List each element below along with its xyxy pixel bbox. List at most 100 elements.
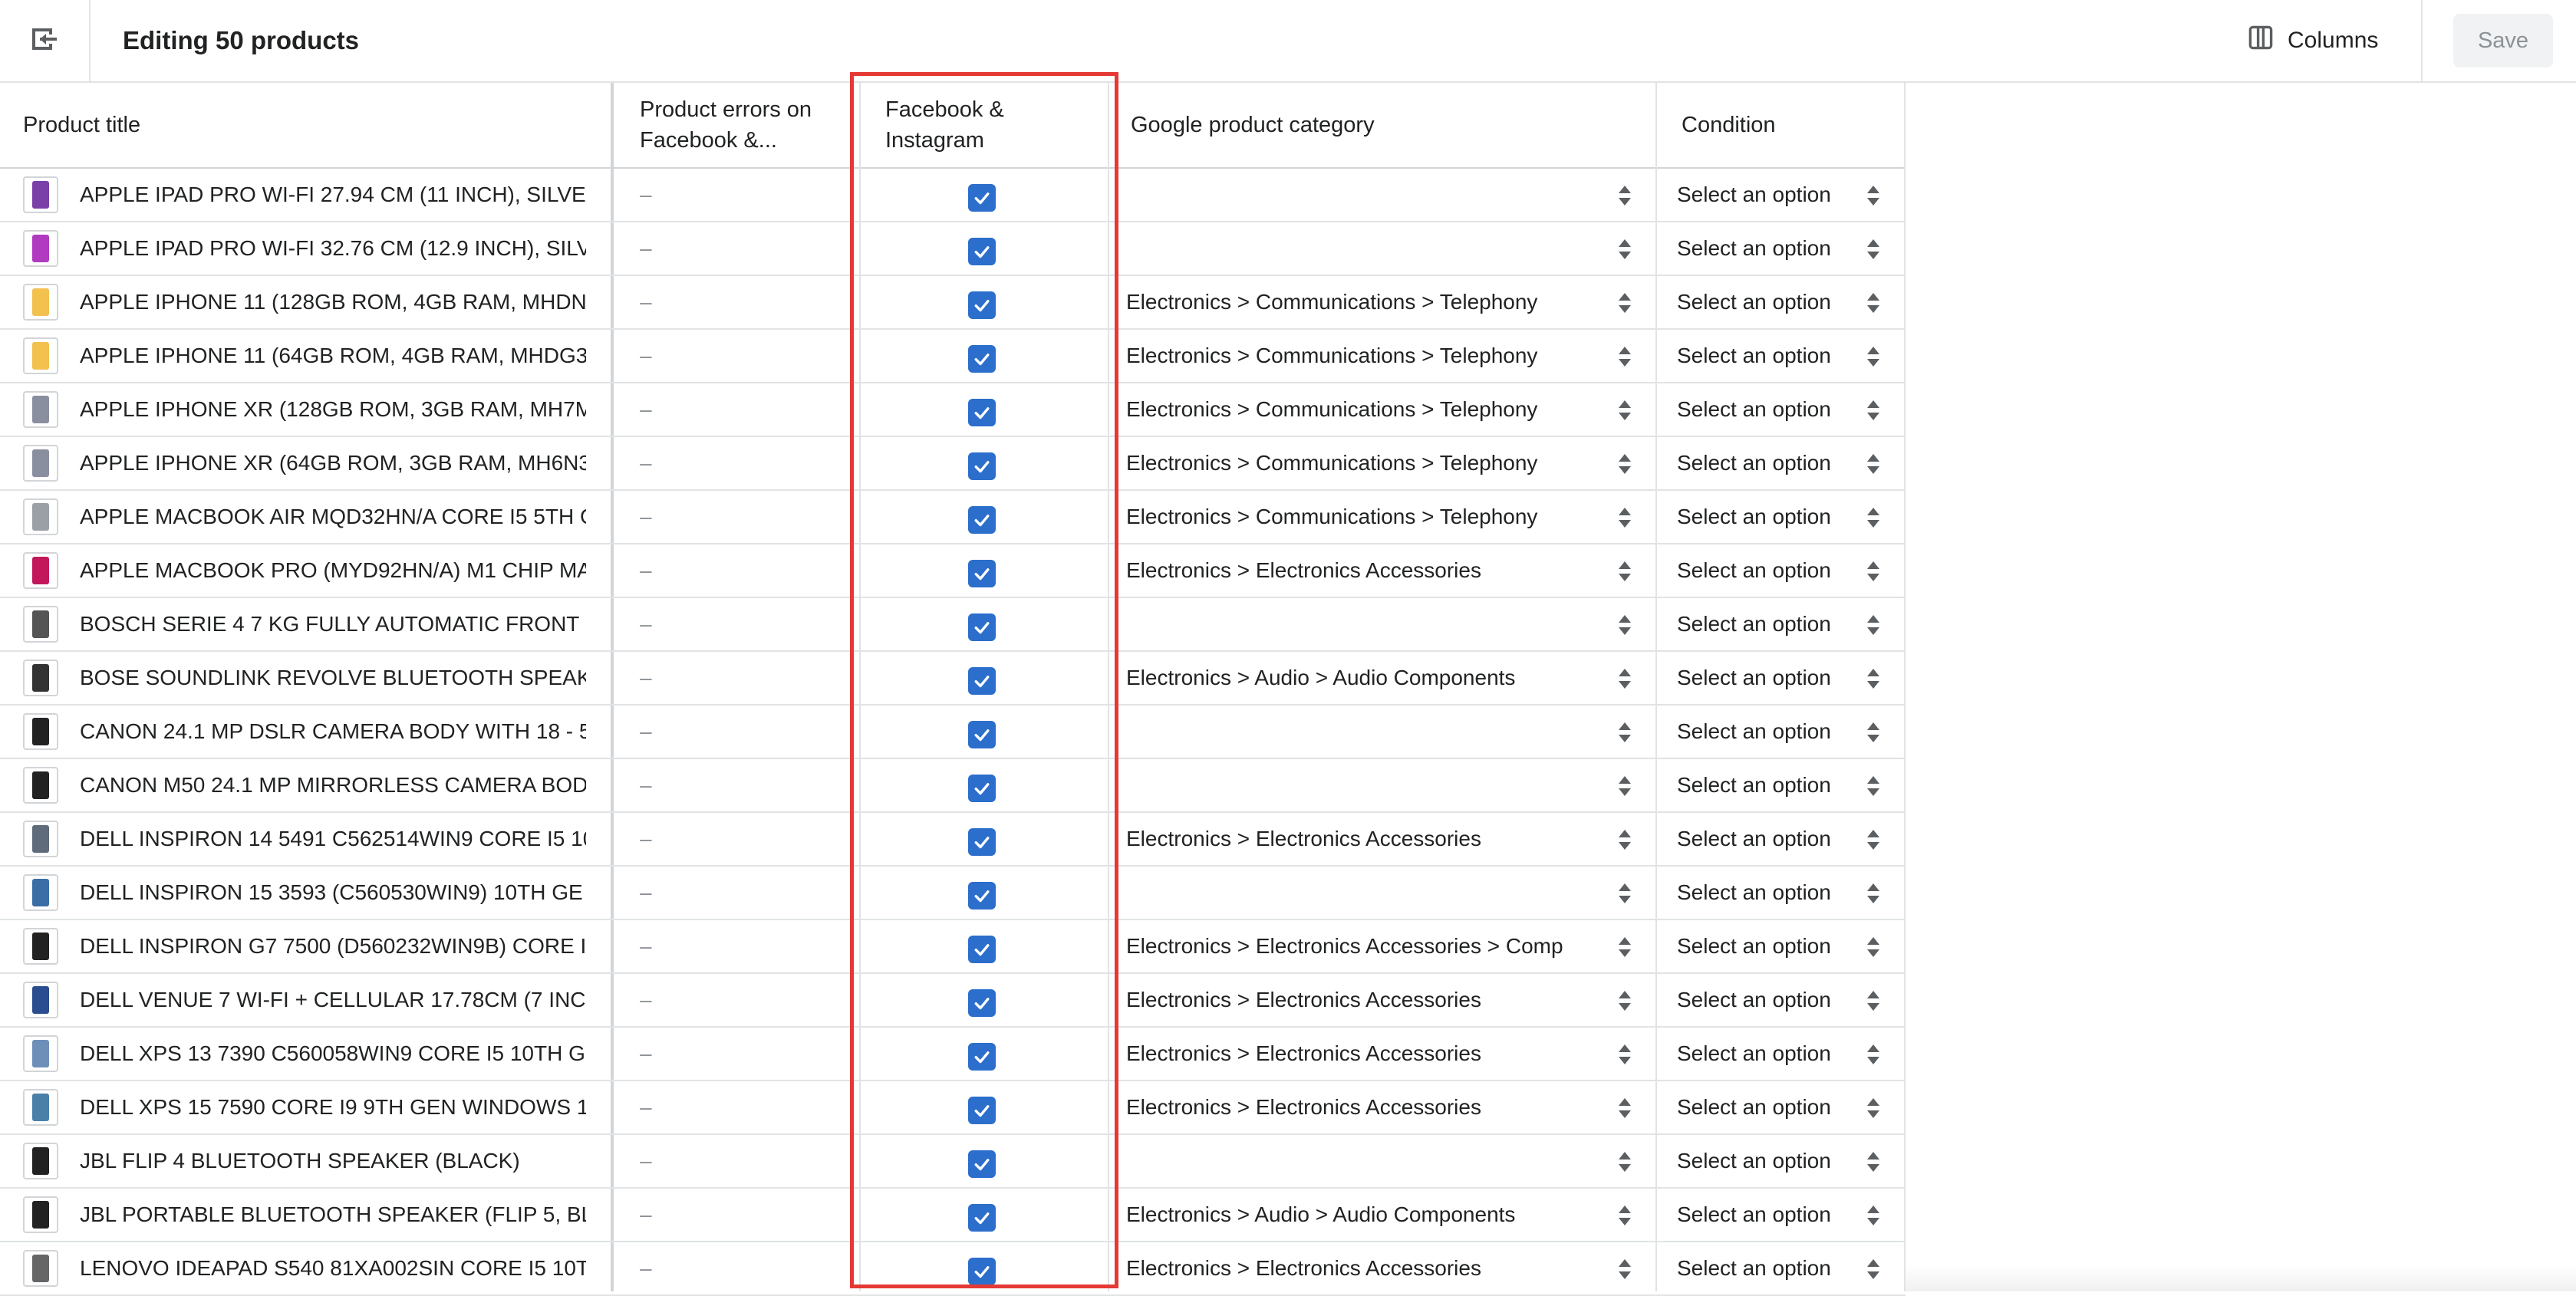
condition-select[interactable]: Select an option xyxy=(1677,330,1831,382)
google-category-select[interactable]: Electronics > Electronics Accessories xyxy=(1126,1028,1574,1080)
select-arrows-icon xyxy=(1867,561,1879,585)
product-title-cell[interactable]: DELL XPS 13 7390 C560058WIN9 CORE I5 10T… xyxy=(80,1028,586,1080)
product-title-cell[interactable]: LENOVO IDEAPAD S540 81XA002SIN CORE I5 1… xyxy=(80,1242,586,1294)
select-arrows-icon xyxy=(1619,615,1631,639)
condition-select[interactable]: Select an option xyxy=(1677,867,1831,919)
google-category-select[interactable]: Electronics > Electronics Accessories xyxy=(1126,1081,1574,1133)
product-title-cell[interactable]: CANON M50 24.1 MP MIRRORLESS CAMERA BODY xyxy=(80,759,586,811)
condition-select[interactable]: Select an option xyxy=(1677,706,1831,758)
condition-select[interactable]: Select an option xyxy=(1677,276,1831,328)
product-thumbnail xyxy=(23,767,58,804)
google-category-select[interactable]: Electronics > Electronics Accessories xyxy=(1126,1242,1574,1294)
condition-select[interactable]: Select an option xyxy=(1677,1242,1831,1294)
google-category-select[interactable]: Electronics > Electronics Accessories xyxy=(1126,813,1574,865)
product-errors-cell: – xyxy=(640,827,652,850)
google-category-select[interactable]: Electronics > Communications > Telephony xyxy=(1126,330,1574,382)
select-arrows-icon xyxy=(1619,830,1631,854)
product-title-cell[interactable]: APPLE IPHONE 11 (128GB ROM, 4GB RAM, MHD… xyxy=(80,276,586,328)
product-errors-cell: – xyxy=(640,1202,652,1226)
product-title-cell[interactable]: APPLE IPHONE 11 (64GB ROM, 4GB RAM, MHDG… xyxy=(80,330,586,382)
select-arrows-icon xyxy=(1867,1044,1879,1068)
select-arrows-icon xyxy=(1867,1259,1879,1283)
product-thumbnail xyxy=(23,230,58,267)
column-header-product-errors[interactable]: Product errors on Facebook &... xyxy=(640,83,812,167)
google-category-select[interactable]: Electronics > Communications > Telephony xyxy=(1126,276,1574,328)
select-arrows-icon xyxy=(1619,561,1631,585)
condition-select[interactable]: Select an option xyxy=(1677,974,1831,1026)
highlight-annotation xyxy=(850,72,1118,1288)
select-arrows-icon xyxy=(1867,669,1879,692)
condition-select[interactable]: Select an option xyxy=(1677,759,1831,811)
product-title-cell[interactable]: JBL PORTABLE BLUETOOTH SPEAKER (FLIP 5, … xyxy=(80,1189,586,1241)
product-title-cell[interactable]: APPLE IPAD PRO WI-FI 27.94 CM (11 INCH),… xyxy=(80,169,586,221)
select-arrows-icon xyxy=(1867,508,1879,531)
condition-select[interactable]: Select an option xyxy=(1677,1189,1831,1241)
product-title-cell[interactable]: APPLE MACBOOK PRO (MYD92HN/A) M1 CHIP MA xyxy=(80,544,586,597)
condition-select[interactable]: Select an option xyxy=(1677,437,1831,489)
product-thumbnail xyxy=(23,1143,58,1179)
product-title-cell[interactable]: CANON 24.1 MP DSLR CAMERA BODY WITH 18 -… xyxy=(80,706,586,758)
exit-button[interactable] xyxy=(0,0,91,81)
product-title-cell[interactable]: DELL XPS 15 7590 CORE I9 9TH GEN WINDOWS… xyxy=(80,1081,586,1133)
product-title-cell[interactable]: DELL INSPIRON 15 3593 (C560530WIN9) 10TH… xyxy=(80,867,586,919)
google-category-select[interactable]: Electronics > Audio > Audio Components xyxy=(1126,652,1574,704)
google-category-select[interactable] xyxy=(1126,169,1574,221)
save-button[interactable]: Save xyxy=(2453,14,2553,67)
product-title-cell[interactable]: BOSCH SERIE 4 7 KG FULLY AUTOMATIC FRONT… xyxy=(80,598,586,650)
product-title-cell[interactable]: DELL INSPIRON 14 5491 C562514WIN9 CORE I… xyxy=(80,813,586,865)
select-arrows-icon xyxy=(1867,186,1879,209)
select-arrows-icon xyxy=(1619,1044,1631,1068)
condition-select[interactable]: Select an option xyxy=(1677,544,1831,597)
select-arrows-icon xyxy=(1619,722,1631,746)
google-category-select[interactable]: Electronics > Electronics Accessories > … xyxy=(1126,920,1574,972)
google-category-select[interactable]: Electronics > Communications > Telephony xyxy=(1126,383,1574,436)
product-title-cell[interactable]: APPLE MACBOOK AIR MQD32HN/A CORE I5 5TH … xyxy=(80,491,586,543)
product-title-cell[interactable]: DELL INSPIRON G7 7500 (D560232WIN9B) COR… xyxy=(80,920,586,972)
select-arrows-icon xyxy=(1867,400,1879,424)
google-category-select[interactable] xyxy=(1126,1135,1574,1187)
condition-select[interactable]: Select an option xyxy=(1677,1135,1831,1187)
google-category-select[interactable]: Electronics > Electronics Accessories xyxy=(1126,974,1574,1026)
product-title-cell[interactable]: APPLE IPAD PRO WI-FI 32.76 CM (12.9 INCH… xyxy=(80,222,586,275)
google-category-select[interactable]: Electronics > Electronics Accessories xyxy=(1126,544,1574,597)
product-title-cell[interactable]: DELL VENUE 7 WI-FI + CELLULAR 17.78CM (7… xyxy=(80,974,586,1026)
condition-select[interactable]: Select an option xyxy=(1677,169,1831,221)
select-arrows-icon xyxy=(1867,1206,1879,1229)
column-header-product-title[interactable]: Product title xyxy=(23,83,140,167)
google-category-select[interactable]: Electronics > Communications > Telephony xyxy=(1126,491,1574,543)
condition-select[interactable]: Select an option xyxy=(1677,1028,1831,1080)
column-header-condition[interactable]: Condition xyxy=(1682,83,1776,167)
condition-select[interactable]: Select an option xyxy=(1677,491,1831,543)
select-arrows-icon xyxy=(1867,937,1879,961)
google-category-select[interactable] xyxy=(1126,598,1574,650)
product-title-cell[interactable]: APPLE IPHONE XR (64GB ROM, 3GB RAM, MH6N… xyxy=(80,437,586,489)
condition-select[interactable]: Select an option xyxy=(1677,598,1831,650)
product-thumbnail xyxy=(23,982,58,1018)
columns-button[interactable]: Columns xyxy=(2248,0,2401,81)
condition-select[interactable]: Select an option xyxy=(1677,920,1831,972)
condition-select[interactable]: Select an option xyxy=(1677,222,1831,275)
condition-select[interactable]: Select an option xyxy=(1677,1081,1831,1133)
product-errors-cell: – xyxy=(640,773,652,797)
google-category-select[interactable]: Electronics > Audio > Audio Components xyxy=(1126,1189,1574,1241)
google-category-select[interactable] xyxy=(1126,706,1574,758)
product-errors-cell: – xyxy=(640,236,652,260)
select-arrows-icon xyxy=(1867,1152,1879,1176)
product-thumbnail xyxy=(23,1089,58,1126)
product-errors-cell: – xyxy=(640,880,652,904)
product-title-cell[interactable]: APPLE IPHONE XR (128GB ROM, 3GB RAM, MH7… xyxy=(80,383,586,436)
google-category-select[interactable] xyxy=(1126,867,1574,919)
product-title-cell[interactable]: JBL FLIP 4 BLUETOOTH SPEAKER (BLACK) xyxy=(80,1135,586,1187)
condition-select[interactable]: Select an option xyxy=(1677,652,1831,704)
condition-select[interactable]: Select an option xyxy=(1677,383,1831,436)
google-category-select[interactable] xyxy=(1126,222,1574,275)
product-errors-cell: – xyxy=(640,505,652,528)
select-arrows-icon xyxy=(1619,1098,1631,1122)
google-category-select[interactable] xyxy=(1126,759,1574,811)
select-arrows-icon xyxy=(1619,1206,1631,1229)
condition-select[interactable]: Select an option xyxy=(1677,813,1831,865)
google-category-select[interactable]: Electronics > Communications > Telephony xyxy=(1126,437,1574,489)
product-title-cell[interactable]: BOSE SOUNDLINK REVOLVE BLUETOOTH SPEAKE xyxy=(80,652,586,704)
column-header-google-category[interactable]: Google product category xyxy=(1131,83,1375,167)
product-thumbnail xyxy=(23,176,58,213)
